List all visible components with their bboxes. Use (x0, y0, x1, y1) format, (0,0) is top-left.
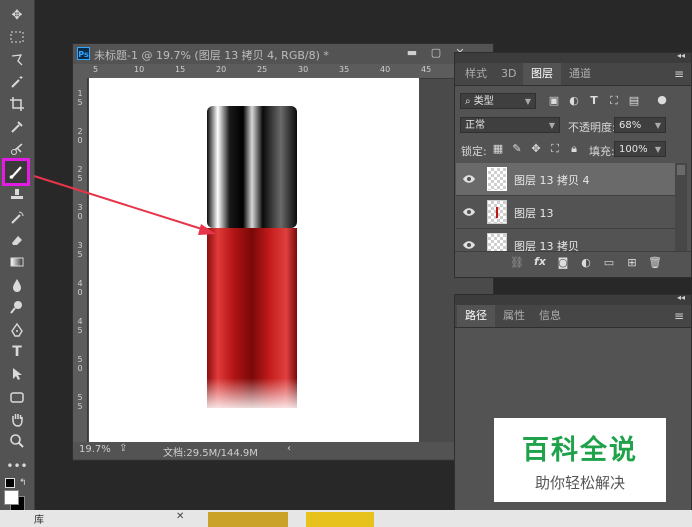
tab-paths[interactable]: 路径 (457, 305, 495, 327)
new-adjustment-icon[interactable]: ◐ (579, 256, 593, 270)
type-filter-icon[interactable]: T (587, 94, 601, 108)
tab-layers[interactable]: 图层 (523, 63, 561, 85)
layer-row[interactable]: 图层 13 拷贝 4 (456, 163, 676, 196)
opacity-value: 68% (619, 120, 642, 131)
tab-info[interactable]: 信息 (531, 305, 569, 327)
visibility-eye-icon[interactable] (462, 206, 476, 218)
layer-filter-label: 类型 (473, 96, 494, 107)
blend-mode-select[interactable]: 正常 ▼ (460, 117, 560, 133)
layers-panel: ◂◂ 样式 3D 图层 通道 ≡ ⌕ 类型 ▼ ▣ ◐ T ⛶ ▤ ● 正常 ▼… (454, 51, 692, 278)
delete-layer-icon[interactable]: 🗑︎ (648, 256, 662, 270)
lock-artboard-icon[interactable]: ⛶ (548, 142, 562, 156)
tab-channels[interactable]: 通道 (561, 63, 599, 85)
panel-dock-strip[interactable]: ◂◂ (455, 51, 691, 63)
lock-label: 锁定: (461, 145, 487, 158)
tab-styles[interactable]: 样式 (457, 63, 495, 85)
lock-pixels-icon[interactable]: ✎ (510, 142, 524, 156)
layer-thumbnail (487, 167, 507, 191)
collapse-panel-icon[interactable]: ◂◂ (677, 51, 685, 60)
panel-dock-strip[interactable]: ◂◂ (455, 293, 691, 305)
fill-input[interactable]: 100% ▼ (614, 141, 666, 157)
opacity-label: 不透明度: (568, 121, 616, 134)
taskbar: 库 ✕ (0, 510, 692, 527)
opacity-input[interactable]: 68% ▼ (614, 117, 666, 133)
lock-transparency-icon[interactable]: ▦ (491, 142, 505, 156)
layers-scrollbar[interactable] (675, 163, 687, 251)
filter-toggle-icon[interactable]: ● (655, 93, 669, 107)
panel-menu-icon[interactable]: ≡ (674, 67, 684, 81)
layer-effects-icon[interactable]: fx (533, 255, 547, 269)
smart-object-filter-icon[interactable]: ▤ (627, 94, 641, 108)
layer-name: 图层 13 拷贝 4 (514, 174, 590, 187)
watermark-logo: 百科全说 助你轻松解决 (494, 418, 666, 502)
layer-row[interactable]: 图层 13 (456, 196, 676, 229)
fill-value: 100% (619, 144, 648, 155)
lock-position-icon[interactable]: ✥ (529, 142, 543, 156)
visibility-eye-icon[interactable] (462, 173, 476, 185)
tab-3d[interactable]: 3D (493, 63, 524, 85)
adjustment-filter-icon[interactable]: ◐ (567, 94, 581, 108)
search-icon: ⌕ (465, 96, 471, 107)
taskbar-item[interactable]: 库 (34, 511, 44, 526)
chevron-down-icon: ▼ (654, 145, 661, 154)
chevron-down-icon: ▼ (524, 97, 531, 106)
chevron-down-icon: ▼ (654, 121, 661, 130)
layer-filter-select[interactable]: ⌕ 类型 ▼ (460, 93, 536, 109)
collapse-panel-icon[interactable]: ◂◂ (677, 293, 685, 302)
layer-name: 图层 13 拷贝 (514, 240, 579, 251)
layer-name: 图层 13 (514, 207, 554, 220)
blend-mode-value: 正常 (465, 120, 485, 131)
new-group-icon[interactable]: ▭ (602, 256, 616, 270)
taskbar-thumbnail[interactable] (208, 512, 288, 527)
add-mask-icon[interactable]: ◙ (556, 256, 570, 270)
watermark-subtitle: 助你轻松解决 (534, 474, 625, 492)
link-layers-icon[interactable]: ⛓ (510, 256, 524, 270)
fill-label: 填充: (589, 145, 615, 158)
pixel-filter-icon[interactable]: ▣ (547, 94, 561, 108)
chevron-down-icon: ▼ (548, 121, 555, 130)
paths-panel-tabs: 路径 属性 信息 ≡ (455, 305, 691, 328)
tab-properties[interactable]: 属性 (495, 305, 533, 327)
lock-all-icon[interactable]: 🔒︎ (567, 142, 581, 156)
layer-thumbnail (487, 233, 507, 251)
visibility-eye-icon[interactable] (462, 239, 476, 251)
new-layer-icon[interactable]: ⊞ (625, 256, 639, 270)
close-icon[interactable]: ✕ (176, 511, 184, 522)
layers-panel-tabs: 样式 3D 图层 通道 ≡ (455, 63, 691, 86)
watermark-title: 百科全说 (522, 435, 638, 466)
panel-menu-icon[interactable]: ≡ (674, 309, 684, 323)
taskbar-thumbnail[interactable] (306, 512, 374, 527)
layers-bottom-bar: ⛓ fx ◙ ◐ ▭ ⊞ 🗑︎ (455, 251, 691, 274)
layer-thumbnail (487, 200, 507, 224)
shape-filter-icon[interactable]: ⛶ (607, 94, 621, 108)
layer-row[interactable]: 图层 13 拷贝 (456, 229, 676, 251)
